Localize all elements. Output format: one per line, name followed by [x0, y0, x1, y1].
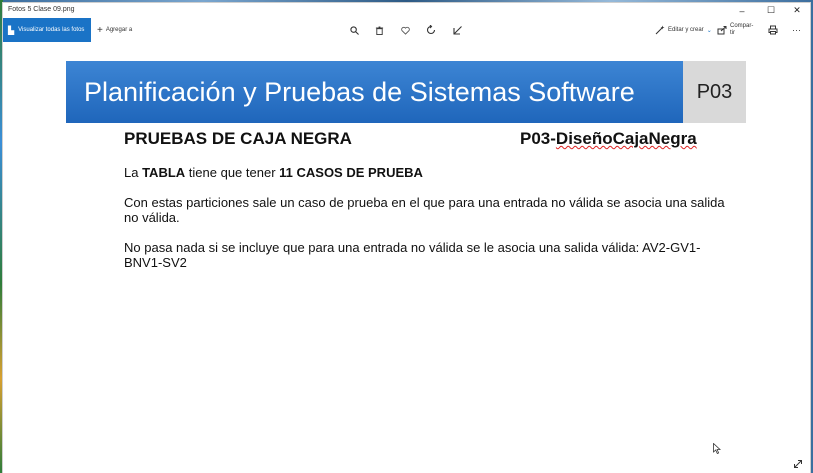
heading-code-prefix: P03-: [520, 129, 556, 148]
add-to-label: Agregar a: [105, 27, 133, 33]
slide-paragraph-3: No pasa nada si se incluye que para una …: [124, 240, 701, 270]
rotate-button[interactable]: [426, 18, 436, 42]
slide-code-box: P03: [683, 61, 746, 123]
add-to-button[interactable]: + Agregar a: [97, 18, 132, 42]
zoom-button[interactable]: [350, 18, 359, 42]
p1-text-a: La: [124, 165, 143, 180]
slide-banner-title: Planificación y Pruebas de Sistemas Soft…: [66, 61, 683, 123]
fullscreen-icon[interactable]: [793, 459, 803, 472]
view-all-label: Visualizar todas las fotos: [18, 27, 85, 33]
slide-image: Planificación y Pruebas de Sistemas Soft…: [66, 61, 746, 291]
delete-button[interactable]: [375, 18, 384, 42]
maximize-button[interactable]: ☐: [760, 3, 782, 18]
title-bar: Fotos 5 Clase 09.png – ☐ ✕: [3, 3, 810, 18]
photo-viewer: Planificación y Pruebas de Sistemas Soft…: [3, 44, 810, 473]
p1-text-b: TABLA: [142, 165, 186, 180]
share-button[interactable]: Compar-tir: [717, 18, 761, 42]
printer-icon: [768, 25, 778, 35]
trash-icon: [375, 26, 384, 35]
photos-app-window: Fotos 5 Clase 09.png – ☐ ✕ ▙ Visualizar …: [3, 3, 810, 473]
zoom-icon: [350, 25, 359, 35]
share-icon: [717, 26, 727, 35]
rotate-icon: [426, 25, 436, 35]
plus-icon: +: [97, 24, 103, 36]
slide-paragraph-1: La TABLA tiene que tener 11 CASOS DE PRU…: [124, 165, 734, 180]
more-options-button[interactable]: ···: [792, 18, 801, 42]
slide-heading: PRUEBAS DE CAJA NEGRA: [124, 129, 352, 148]
p1-text-d: 11 CASOS DE PRUEBA: [279, 165, 423, 180]
print-button[interactable]: [768, 18, 778, 42]
magic-wand-icon: [655, 25, 665, 35]
crop-icon: [453, 26, 462, 35]
share-label: Compar-tir: [730, 23, 754, 36]
heading-code-word: DiseñoCajaNegra: [555, 129, 697, 148]
photos-icon: ▙: [8, 25, 15, 35]
heart-icon: [401, 26, 410, 35]
edit-create-label: Editar y crear: [668, 27, 704, 33]
window-title: Fotos 5 Clase 09.png: [8, 6, 75, 13]
close-button[interactable]: ✕: [786, 3, 808, 18]
slide-heading-code: P03-DiseñoCajaNegra: [520, 129, 697, 149]
toolbar: ▙ Visualizar todas las fotos + Agregar a…: [3, 18, 810, 44]
minimize-button[interactable]: –: [731, 3, 753, 18]
view-all-photos-button[interactable]: ▙ Visualizar todas las fotos: [3, 18, 91, 42]
mouse-cursor-icon: [713, 442, 722, 457]
chevron-down-icon: ⌄: [706, 27, 712, 34]
crop-button[interactable]: [453, 18, 463, 42]
edit-create-button[interactable]: Editar y crear ⌄: [655, 18, 712, 42]
favorite-button[interactable]: [401, 18, 410, 42]
slide-paragraph-2: Con estas particiones sale un caso de pr…: [124, 195, 725, 225]
p1-text-c: tiene que tener: [185, 165, 280, 180]
